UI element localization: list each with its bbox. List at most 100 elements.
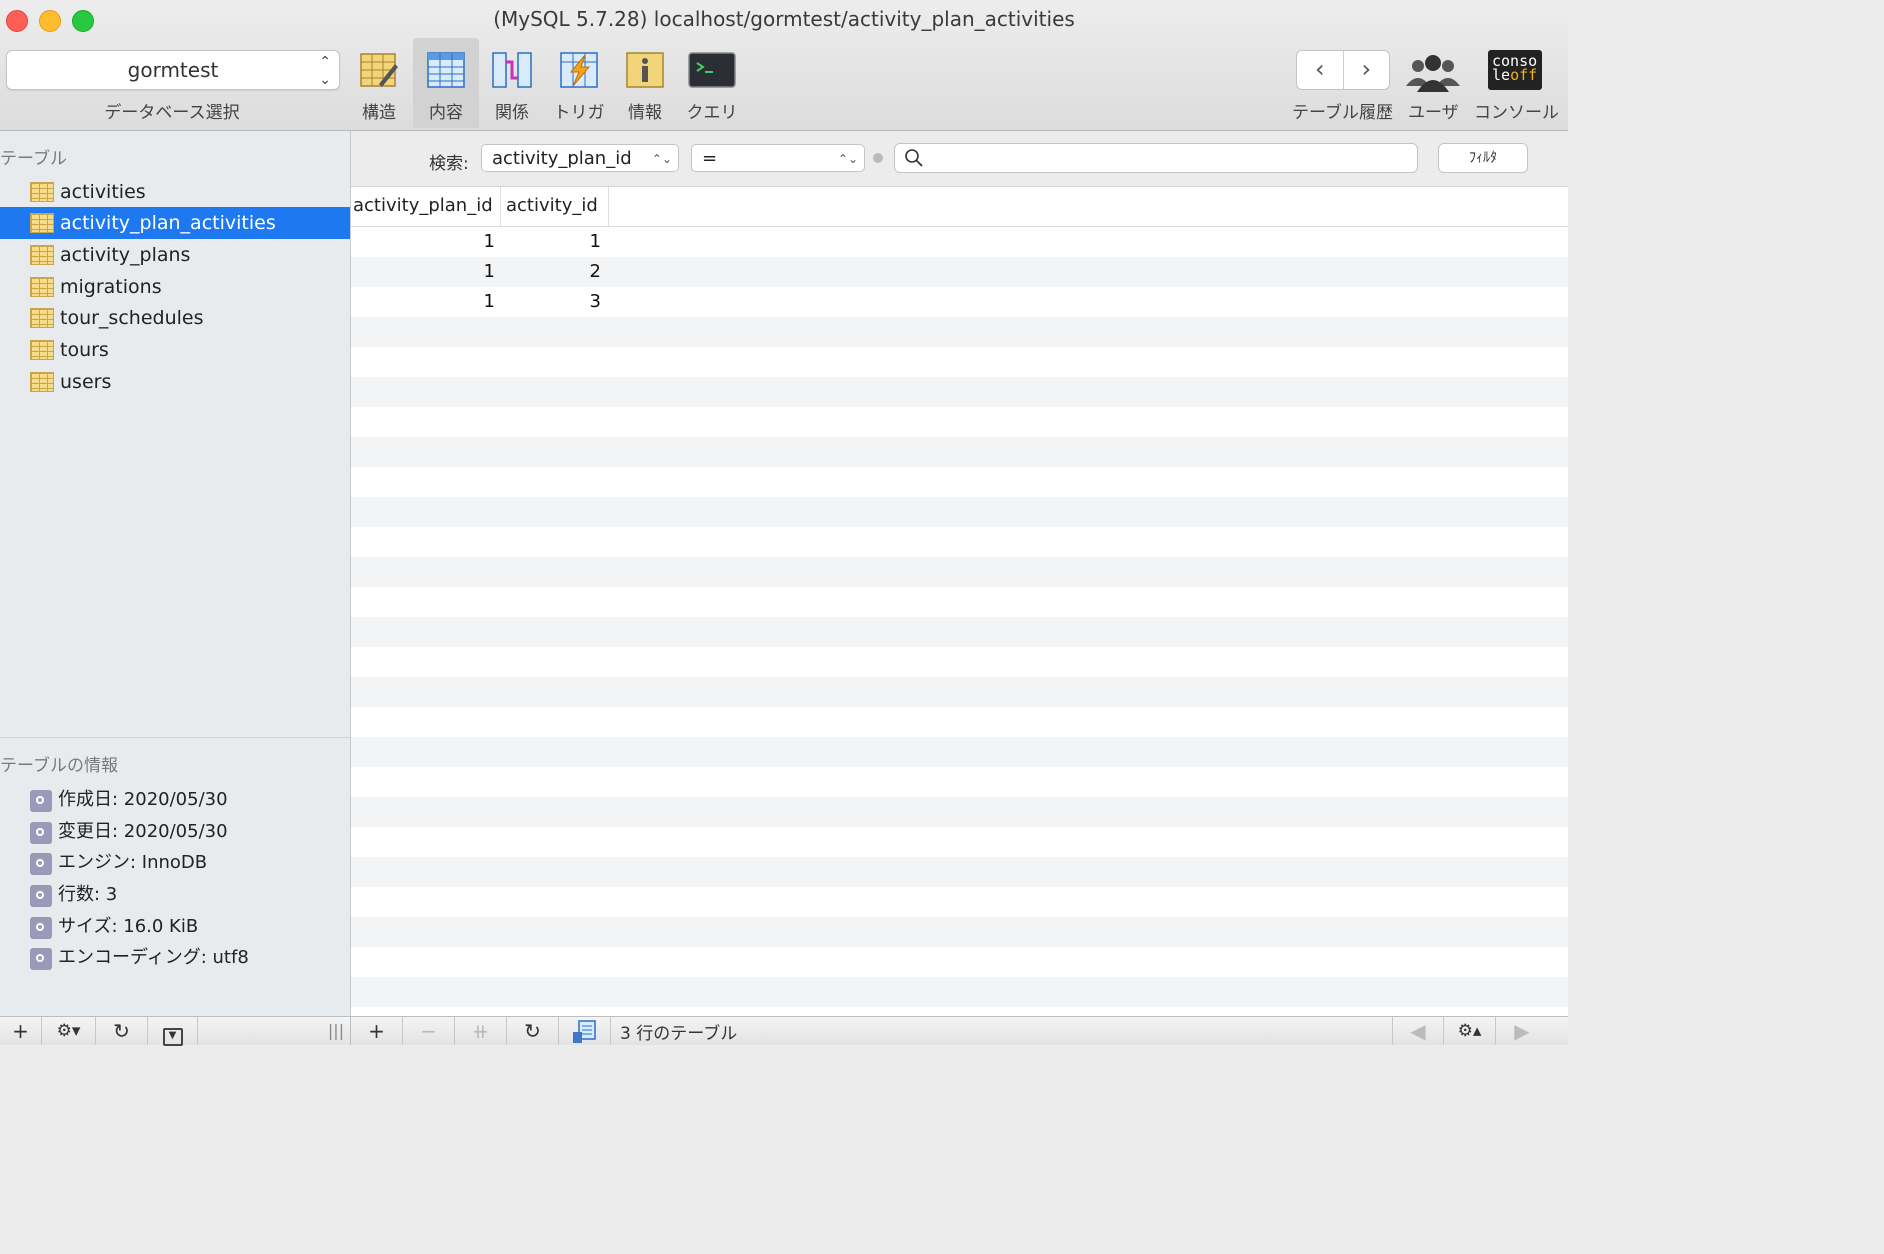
table-name: activity_plans bbox=[60, 244, 191, 266]
filter-label: 検索: bbox=[429, 154, 469, 174]
cell-activity-id[interactable]: 2 bbox=[501, 257, 601, 287]
toolbar-structure-button[interactable]: 構造 bbox=[346, 38, 412, 128]
filter-button[interactable]: ﾌｨﾙﾀ bbox=[1438, 143, 1528, 173]
query-icon bbox=[688, 50, 736, 90]
filter-bar: 検索: activity_plan_id ⌃⌄ = ⌃⌄ ﾌｨﾙﾀ bbox=[351, 131, 1568, 187]
refresh-rows-button[interactable]: ↻ bbox=[507, 1017, 559, 1045]
column-header-activity-plan-id[interactable]: activity_plan_id bbox=[351, 187, 501, 226]
history-back-button[interactable]: ‹ bbox=[1297, 51, 1344, 89]
sidebar-divider bbox=[0, 737, 350, 738]
info-bullet-icon bbox=[30, 917, 52, 939]
sidebar-table-migrations[interactable]: migrations bbox=[0, 271, 350, 303]
database-select[interactable]: gormtest ⌃ ⌄ bbox=[6, 50, 340, 90]
updown-chevron-icon: ⌃⌄ bbox=[837, 152, 858, 166]
filter-toggle-icon: ▼ bbox=[162, 1028, 183, 1046]
grid-header: activity_plan_id activity_id bbox=[351, 187, 1568, 227]
info-encoding: エンコーディング: utf8 bbox=[0, 942, 350, 974]
previous-page-button[interactable]: ◀ bbox=[1392, 1017, 1444, 1045]
table-icon bbox=[30, 340, 54, 360]
table-history-caption: テーブル履歴 bbox=[1292, 103, 1393, 123]
sidebar-table-tours[interactable]: tours bbox=[0, 334, 350, 366]
history-forward-button[interactable]: › bbox=[1344, 51, 1390, 89]
toolbar-content-label: 内容 bbox=[429, 103, 463, 123]
table-icon bbox=[30, 372, 54, 392]
updown-chevron-icon: ⌃⌄ bbox=[651, 152, 672, 166]
cell-activity-id[interactable]: 1 bbox=[501, 227, 601, 257]
filter-search-input[interactable] bbox=[894, 143, 1418, 173]
filter-operator-select[interactable]: = ⌃⌄ bbox=[691, 144, 865, 172]
toolbar-relations-button[interactable]: 関係 bbox=[479, 38, 545, 128]
filter-operator-value: = bbox=[702, 148, 718, 169]
structure-icon bbox=[359, 50, 399, 90]
filter-status-dot bbox=[873, 153, 883, 163]
column-header-activity-id[interactable]: activity_id bbox=[501, 187, 609, 226]
filter-field-select[interactable]: activity_plan_id ⌃⌄ bbox=[481, 144, 679, 172]
info-created: 作成日: 2020/05/30 bbox=[0, 784, 350, 816]
cell-activity-plan-id[interactable]: 1 bbox=[351, 257, 495, 287]
content-pane: 検索: activity_plan_id ⌃⌄ = ⌃⌄ ﾌｨﾙﾀ activi… bbox=[351, 131, 1568, 1016]
sidebar-table-activity-plan-activities[interactable]: activity_plan_activities bbox=[0, 207, 350, 239]
duplicate-row-button[interactable]: ⧺ bbox=[455, 1017, 507, 1045]
content-icon bbox=[426, 50, 466, 90]
toolbar-info-button[interactable]: 情報 bbox=[612, 38, 678, 128]
sidebar-table-activity-plans[interactable]: activity_plans bbox=[0, 239, 350, 271]
toolbar-query-label: クエリ bbox=[686, 103, 738, 123]
relations-icon bbox=[492, 50, 532, 90]
database-select-caption: データベース選択 bbox=[104, 103, 240, 123]
toolbar-relations-label: 関係 bbox=[495, 103, 529, 123]
toolbar-content-button[interactable]: 内容 bbox=[413, 38, 479, 128]
table-row[interactable]: 1 1 bbox=[351, 227, 1568, 257]
table-row[interactable]: 1 2 bbox=[351, 257, 1568, 287]
console-caption: コンソール bbox=[1474, 103, 1559, 123]
toolbar-structure-label: 構造 bbox=[362, 103, 396, 123]
gear-icon: ⚙▾ bbox=[56, 1021, 81, 1041]
gear-icon: ⚙▴ bbox=[1457, 1021, 1482, 1041]
users-button[interactable] bbox=[1404, 52, 1462, 94]
info-modified: 変更日: 2020/05/30 bbox=[0, 816, 350, 848]
table-history-nav: ‹ › bbox=[1296, 50, 1390, 90]
window-toolbar: (MySQL 5.7.28) localhost/gormtest/activi… bbox=[0, 0, 1568, 131]
add-row-button[interactable]: + bbox=[351, 1017, 403, 1045]
cell-activity-plan-id[interactable]: 1 bbox=[351, 227, 495, 257]
sidebar-table-tour-schedules[interactable]: tour_schedules bbox=[0, 302, 350, 334]
table-actions-gear-button[interactable]: ⚙▾ bbox=[42, 1017, 96, 1045]
updown-chevron-icon: ⌃⌄ bbox=[319, 54, 331, 88]
sidebar-table-users[interactable]: users bbox=[0, 366, 350, 398]
row-detail-icon bbox=[572, 1020, 596, 1043]
info-engine: エンジン: InnoDB bbox=[0, 847, 350, 879]
filter-tables-button[interactable]: ▼ bbox=[148, 1017, 198, 1046]
console-button[interactable]: conso leoff bbox=[1488, 50, 1542, 90]
table-name: activity_plan_activities bbox=[60, 212, 276, 234]
info-bullet-icon bbox=[30, 948, 52, 970]
database-select-value: gormtest bbox=[127, 58, 219, 82]
next-page-button[interactable]: ▶ bbox=[1496, 1017, 1548, 1045]
info-size: サイズ: 16.0 KiB bbox=[0, 911, 350, 943]
info-row-count: 行数: 3 bbox=[0, 879, 350, 911]
sidebar: テーブル activities activity_plan_activities… bbox=[0, 131, 351, 1016]
toolbar-query-button[interactable]: クエリ bbox=[679, 38, 745, 128]
refresh-tables-button[interactable]: ↻ bbox=[96, 1017, 148, 1045]
table-info-header: テーブルの情報 bbox=[0, 756, 118, 776]
delete-row-button[interactable]: − bbox=[403, 1017, 455, 1045]
table-icon bbox=[30, 213, 54, 233]
table-row[interactable]: 1 3 bbox=[351, 287, 1568, 317]
pagination-gear-button[interactable]: ⚙▴ bbox=[1444, 1017, 1496, 1045]
row-info-button[interactable] bbox=[559, 1017, 611, 1045]
table-icon bbox=[30, 182, 54, 202]
info-icon bbox=[625, 50, 665, 90]
add-table-button[interactable]: + bbox=[0, 1017, 42, 1045]
search-icon bbox=[905, 149, 923, 167]
table-name: migrations bbox=[60, 276, 162, 298]
sidebar-resize-handle[interactable]: ||| bbox=[322, 1017, 351, 1045]
users-icon bbox=[1406, 55, 1460, 92]
table-name: tour_schedules bbox=[60, 307, 204, 329]
cell-activity-plan-id[interactable]: 1 bbox=[351, 287, 495, 317]
table-name: activities bbox=[60, 181, 146, 203]
table-name: users bbox=[60, 371, 112, 393]
sidebar-table-activities[interactable]: activities bbox=[0, 176, 350, 208]
refresh-icon: ↻ bbox=[524, 1019, 541, 1043]
cell-activity-id[interactable]: 3 bbox=[501, 287, 601, 317]
toolbar-triggers-button[interactable]: トリガ bbox=[546, 38, 612, 128]
info-bullet-icon bbox=[30, 853, 52, 875]
info-bullet-icon bbox=[30, 822, 52, 844]
